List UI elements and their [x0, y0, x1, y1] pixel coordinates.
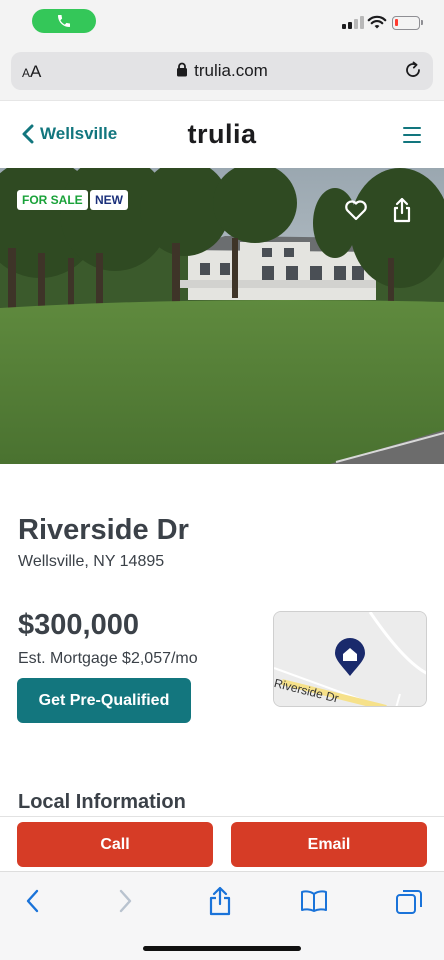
forward-arrow-icon[interactable]: [116, 888, 134, 914]
status-bar: [0, 0, 444, 46]
ongoing-call-pill[interactable]: [32, 9, 96, 33]
contact-bar: Call Email: [0, 816, 444, 871]
browser-address-area: AA trulia.com: [0, 46, 444, 100]
est-mortgage: Est. Mortgage $2,057/mo: [18, 650, 198, 667]
phone-icon: [58, 15, 70, 27]
lock-icon: [177, 62, 188, 77]
map-pin-icon: [335, 638, 365, 676]
menu-icon[interactable]: [403, 127, 421, 148]
listing-photo[interactable]: FOR SALE NEW: [0, 168, 444, 464]
email-button[interactable]: Email: [231, 822, 427, 867]
share-icon[interactable]: [392, 197, 412, 223]
call-button[interactable]: Call: [17, 822, 213, 867]
new-badge: NEW: [90, 190, 128, 210]
signal-icon: [342, 16, 364, 29]
page: AA trulia.com Wellsville trulia FOR SALE…: [0, 0, 444, 960]
browser-toolbar: [0, 871, 444, 960]
get-pre-qualified-button[interactable]: Get Pre-Qualified: [17, 678, 191, 723]
bookmarks-icon[interactable]: [300, 889, 328, 913]
home-indicator[interactable]: [143, 946, 301, 951]
url-domain: trulia.com: [194, 61, 268, 80]
back-arrow-icon[interactable]: [24, 888, 42, 914]
battery-level: [395, 19, 399, 26]
address-bar[interactable]: AA trulia.com: [11, 52, 433, 90]
listing-city: Wellsville, NY 14895: [18, 553, 165, 570]
house-photo-image: [0, 168, 444, 464]
tabs-icon[interactable]: [395, 887, 423, 915]
listing-street: Riverside Dr: [18, 514, 189, 546]
share-icon[interactable]: [207, 886, 233, 916]
reload-icon[interactable]: [403, 60, 423, 80]
map-thumbnail[interactable]: Riverside Dr: [273, 611, 427, 707]
local-information-heading: Local Information: [18, 791, 186, 813]
wifi-icon: [367, 15, 387, 29]
trulia-logo[interactable]: trulia: [0, 119, 444, 150]
url-display[interactable]: trulia.com: [11, 61, 433, 81]
for-sale-badge: FOR SALE: [17, 190, 88, 210]
heart-icon[interactable]: [344, 199, 368, 221]
listing-price: $300,000: [18, 609, 139, 641]
battery-icon: [392, 16, 423, 30]
site-header: Wellsville trulia: [0, 100, 444, 168]
